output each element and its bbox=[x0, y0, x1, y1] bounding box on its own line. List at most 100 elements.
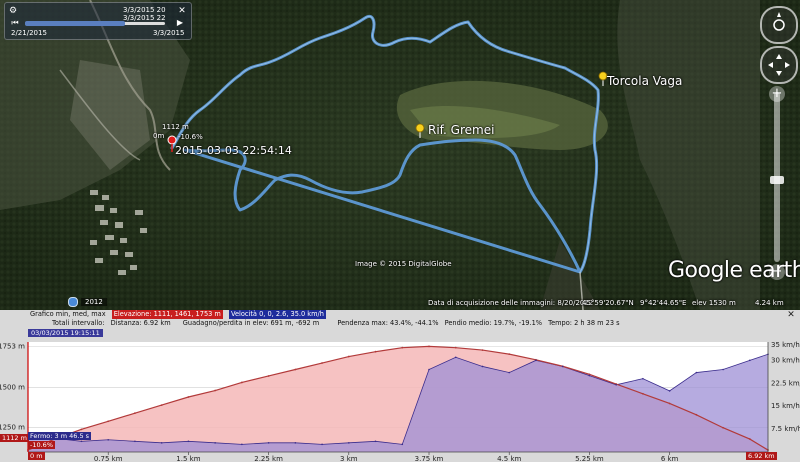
elevation-stats[interactable]: Elevazione: 1111, 1461, 1753 m bbox=[111, 310, 223, 319]
speed-point bbox=[428, 368, 430, 371]
average-slope-stat: Pendio medio: 19.7%, -19.1% bbox=[444, 319, 543, 327]
speed-point bbox=[160, 442, 163, 444]
speed-point bbox=[374, 440, 377, 443]
elevation-point bbox=[214, 389, 217, 392]
distance-stat: Distanza: 6.92 km bbox=[110, 319, 171, 327]
navigation-controls: + − bbox=[760, 6, 798, 306]
y-left-tick-label: 1250 m bbox=[0, 424, 25, 432]
time-label-2: 3/3/2015 22 bbox=[123, 14, 166, 22]
elevation-point bbox=[668, 402, 671, 405]
x-tick-label: 3 km bbox=[340, 455, 358, 462]
cursor-time-tag: Fermo: 3 m 46.5 s bbox=[28, 432, 92, 440]
elevation-profile-panel: Grafico min, med, max Elevazione: 1111, … bbox=[0, 310, 800, 462]
map-view[interactable]: Torcola Vaga Rif. Gremei 1112 m 0m -10.6… bbox=[0, 0, 800, 310]
x-tick-label: 0.75 km bbox=[94, 455, 123, 462]
speed-point bbox=[294, 442, 297, 444]
pan-icon[interactable] bbox=[760, 46, 798, 84]
placemark-label-rif-gremei[interactable]: Rif. Gremei bbox=[428, 123, 494, 137]
time-label-1: 3/3/2015 20 bbox=[123, 6, 166, 14]
placemark-label-torcola-vaga[interactable]: Torcola Vaga bbox=[607, 74, 682, 88]
speed-point bbox=[134, 440, 136, 443]
elevation-point bbox=[267, 375, 270, 377]
x-tick-label: 4.5 km bbox=[497, 455, 521, 462]
status-bar: Data di acquisizione delle immagini: 8/2… bbox=[0, 296, 800, 310]
speed-point bbox=[348, 442, 350, 444]
speed-point bbox=[267, 442, 270, 444]
speed-point bbox=[214, 442, 216, 444]
elevation-point bbox=[374, 350, 377, 353]
elevation-point bbox=[641, 392, 644, 395]
speed-point bbox=[241, 443, 243, 446]
zoom-out-button[interactable]: − bbox=[769, 264, 785, 280]
profile-info-row-1: Grafico min, med, max Elevazione: 1111, … bbox=[0, 310, 770, 319]
speed-point bbox=[80, 440, 83, 443]
time-slider-range-handle[interactable] bbox=[25, 21, 125, 26]
current-point-distance: 0m bbox=[153, 132, 165, 140]
y-right-tick-label: 35 km/h bbox=[771, 341, 800, 349]
speed-point bbox=[535, 359, 537, 362]
speed-point bbox=[454, 356, 457, 359]
time-slider[interactable]: ⚙ 3/3/2015 20 ✕ 3/3/2015 22 ⏮ ▶ 2/21/201… bbox=[4, 2, 192, 40]
elevation-point bbox=[321, 362, 323, 364]
chart-svg[interactable]: 1250 m 1500 m 1753 m 7.5 km/h 15 km/h 22.5 km… bbox=[0, 328, 800, 462]
cursor-elevation-tag: 1112 m bbox=[0, 434, 29, 442]
end-date: 3/3/2015 bbox=[153, 29, 185, 37]
skip-back-icon[interactable]: ⏮ bbox=[10, 18, 20, 28]
current-point-elevation: 1112 m bbox=[162, 123, 189, 131]
speed-stats[interactable]: Velocità 0, 0, 2.6, 35.0 km/h bbox=[228, 310, 326, 319]
cursor-date-tag: 03/03/2015 19:15:11 bbox=[28, 329, 103, 337]
speed-point bbox=[401, 443, 404, 446]
elevation-point bbox=[107, 420, 110, 423]
speed-point bbox=[588, 374, 591, 377]
y-left-tick-label: 1500 m bbox=[0, 383, 25, 391]
speed-point bbox=[642, 377, 644, 380]
speed-point bbox=[561, 365, 564, 368]
elevation-point bbox=[80, 428, 83, 431]
elevation-gain-stat: Guadagno/perdita in elev: 691 m, -692 m bbox=[182, 319, 320, 327]
y-right-tick-label: 22.5 km/h bbox=[771, 379, 800, 387]
time-stat: Tempo: 2 h 38 m 23 s bbox=[548, 319, 620, 327]
zoom-slider-thumb[interactable] bbox=[770, 176, 784, 184]
cursor-grade-tag: -10.6% bbox=[28, 441, 55, 449]
acquisition-date: Data di acquisizione delle immagini: 8/2… bbox=[428, 299, 594, 307]
graph-minmax-label: Grafico min, med, max bbox=[30, 310, 106, 318]
play-icon[interactable]: ▶ bbox=[175, 18, 185, 28]
close-icon[interactable]: ✕ bbox=[177, 6, 187, 16]
speed-point bbox=[668, 390, 671, 392]
longitude: 9°42'44.65"E bbox=[640, 299, 687, 307]
current-point-timestamp: 2015-03-03 22:54:14 bbox=[175, 144, 292, 157]
interval-label: Totali intervallo: bbox=[52, 319, 105, 327]
speed-point bbox=[321, 443, 323, 446]
compass-look-icon[interactable] bbox=[760, 6, 798, 44]
elevation-speed-chart[interactable]: 1250 m 1500 m 1753 m 7.5 km/h 15 km/h 22.5 km… bbox=[0, 328, 800, 462]
latitude: 45°59'20.67"N bbox=[582, 299, 634, 307]
max-slope-stat: Pendenza max: 43.4%, -44.1% bbox=[337, 319, 439, 327]
elevation-point bbox=[134, 412, 136, 415]
elevation-point bbox=[428, 345, 430, 348]
elevation-point bbox=[722, 426, 724, 429]
elevation-point bbox=[481, 349, 484, 351]
cursor-distance-tag: 0 m bbox=[28, 452, 45, 460]
elevation-point bbox=[695, 413, 698, 416]
y-left-tick-label: 1753 m bbox=[0, 342, 25, 350]
elevation-point bbox=[347, 355, 350, 358]
settings-icon[interactable]: ⚙ bbox=[8, 6, 18, 16]
y-right-tick-label: 15 km/h bbox=[771, 402, 800, 410]
google-earth-window: Torcola Vaga Rif. Gremei 1112 m 0m -10.6… bbox=[0, 0, 800, 462]
x-tick-label: 2.25 km bbox=[254, 455, 283, 462]
elevation-point bbox=[508, 353, 511, 356]
current-point-grade: -10.6% bbox=[178, 133, 203, 141]
x-tick-label: 1.5 km bbox=[176, 455, 200, 462]
y-right-tick-label: 30 km/h bbox=[771, 356, 800, 364]
profile-info-row-2: Totali intervallo: Distanza: 6.92 km Gua… bbox=[0, 319, 770, 328]
close-profile-icon[interactable]: ✕ bbox=[786, 310, 796, 320]
image-credit: Image © 2015 DigitalGlobe bbox=[355, 260, 452, 268]
elevation-readout: elev 1530 m bbox=[692, 299, 736, 307]
speed-point bbox=[187, 440, 190, 443]
elevation-point bbox=[294, 368, 297, 371]
speed-point bbox=[508, 371, 511, 374]
elevation-point bbox=[401, 346, 404, 349]
end-distance-tag: 6.92 km bbox=[746, 452, 777, 460]
x-tick-label: 3.75 km bbox=[415, 455, 444, 462]
speed-point bbox=[722, 368, 724, 371]
